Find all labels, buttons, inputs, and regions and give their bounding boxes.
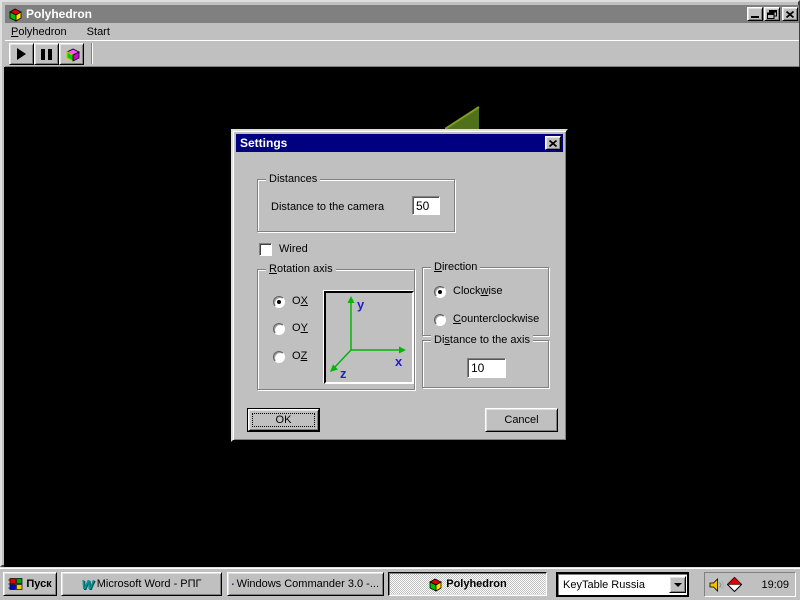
dialog-titlebar[interactable]: Settings <box>236 134 563 152</box>
play-icon <box>17 48 26 60</box>
taskbar: Пуск W Microsoft Word - РПГ Windows Comm… <box>0 567 800 600</box>
task-label: Microsoft Word - РПГ <box>96 578 202 590</box>
pause-icon <box>41 48 52 60</box>
start-button[interactable]: Пуск <box>3 572 57 596</box>
speaker-icon[interactable] <box>709 577 725 592</box>
axis-distance-input[interactable]: 10 <box>467 358 506 378</box>
radio-dot <box>438 290 442 294</box>
radio-oz-label: OZ <box>292 350 308 362</box>
axis-label-x: x <box>395 354 403 369</box>
cancel-button[interactable]: Cancel <box>485 408 558 432</box>
cancel-button-label: Cancel <box>504 414 539 426</box>
axis-label-y: y <box>357 297 365 312</box>
screen: Polyhedron Polyhedron Start Settings Dis… <box>0 0 800 600</box>
direction-group-label: Direction <box>431 261 481 273</box>
axis-distance-group: Distance to the axis 10 <box>422 334 549 388</box>
rotation-axis-group-label: Rotation axis <box>266 263 336 275</box>
direction-group: Direction Clockwise Counterclockwise <box>422 261 549 336</box>
distances-group: Distances Distance to the camera 50 <box>257 173 455 232</box>
menu-item-start[interactable]: Start <box>81 25 116 39</box>
restore-icon <box>767 9 777 19</box>
menu-bar: Polyhedron Start <box>5 23 799 40</box>
cube-icon <box>65 48 80 62</box>
window-titlebar[interactable]: Polyhedron <box>5 5 799 23</box>
radio-ox-label: OX <box>292 295 308 307</box>
toolbar-separator <box>91 43 93 64</box>
play-button[interactable] <box>9 43 34 65</box>
restore-button[interactable] <box>764 7 780 21</box>
axis-diagram: y x z <box>330 296 406 381</box>
focus-rect <box>252 413 315 427</box>
dialog-close-button[interactable] <box>545 136 561 150</box>
radio-oz[interactable] <box>273 351 285 363</box>
task-button-windows-commander[interactable]: Windows Commander 3.0 -... <box>227 572 384 596</box>
radio-counterclockwise[interactable] <box>434 314 446 326</box>
radio-clockwise[interactable] <box>434 286 446 298</box>
chevron-down-icon <box>673 583 682 587</box>
rotation-axis-group: Rotation axis OX OY OZ y x z <box>257 263 415 390</box>
keyboard-layout-combo[interactable]: KeyTable Russia <box>557 573 688 596</box>
axis-label-z: z <box>340 366 347 381</box>
combo-value: KeyTable Russia <box>563 578 645 591</box>
camera-distance-input[interactable]: 50 <box>412 196 440 215</box>
radio-dot <box>277 300 281 304</box>
axis-diagram-panel: y x z <box>324 291 414 384</box>
window-title: Polyhedron <box>26 7 93 21</box>
wired-checkbox[interactable] <box>259 243 272 256</box>
wired-label: Wired <box>279 243 308 255</box>
word-icon: W <box>81 576 94 592</box>
close-button[interactable] <box>782 7 798 21</box>
settings-dialog: Settings Distances Distance to the camer… <box>231 129 568 442</box>
clock: 19:09 <box>761 578 789 591</box>
menu-item-polyhedron[interactable]: Polyhedron <box>5 25 73 39</box>
layout-diamond-icon[interactable] <box>727 577 742 592</box>
polyhedron-face-fragment <box>445 106 480 130</box>
radio-oy-label: OY <box>292 322 308 334</box>
camera-distance-label: Distance to the camera <box>271 201 385 213</box>
combo-dropdown-button[interactable] <box>669 576 686 593</box>
radio-oy[interactable] <box>273 323 285 335</box>
radio-ox[interactable] <box>273 296 285 308</box>
clockwise-label: Clockwise <box>453 285 503 297</box>
task-label: Windows Commander 3.0 -... <box>236 578 379 590</box>
task-label: Polyhedron <box>446 578 507 590</box>
task-button-polyhedron[interactable]: Polyhedron <box>388 572 547 596</box>
floppy-icon <box>232 583 234 585</box>
windows-flag-icon <box>8 578 23 590</box>
cube-button[interactable] <box>59 43 84 65</box>
close-icon <box>786 10 794 18</box>
toolbar <box>5 40 799 67</box>
pause-button[interactable] <box>34 43 59 65</box>
dialog-title: Settings <box>240 136 288 150</box>
ok-button[interactable]: OK <box>247 408 320 432</box>
counterclockwise-label: Counterclockwise <box>453 313 540 325</box>
start-button-label: Пуск <box>26 578 52 590</box>
distances-group-label: Distances <box>266 173 321 185</box>
cube-icon <box>429 578 443 592</box>
minimize-icon <box>751 16 759 18</box>
minimize-button[interactable] <box>747 7 763 21</box>
app-cube-icon <box>9 8 22 22</box>
close-icon <box>549 139 557 147</box>
axis-distance-group-label: Distance to the axis <box>431 334 533 346</box>
task-button-word[interactable]: W Microsoft Word - РПГ <box>61 572 222 596</box>
system-tray: 19:09 <box>704 572 796 597</box>
